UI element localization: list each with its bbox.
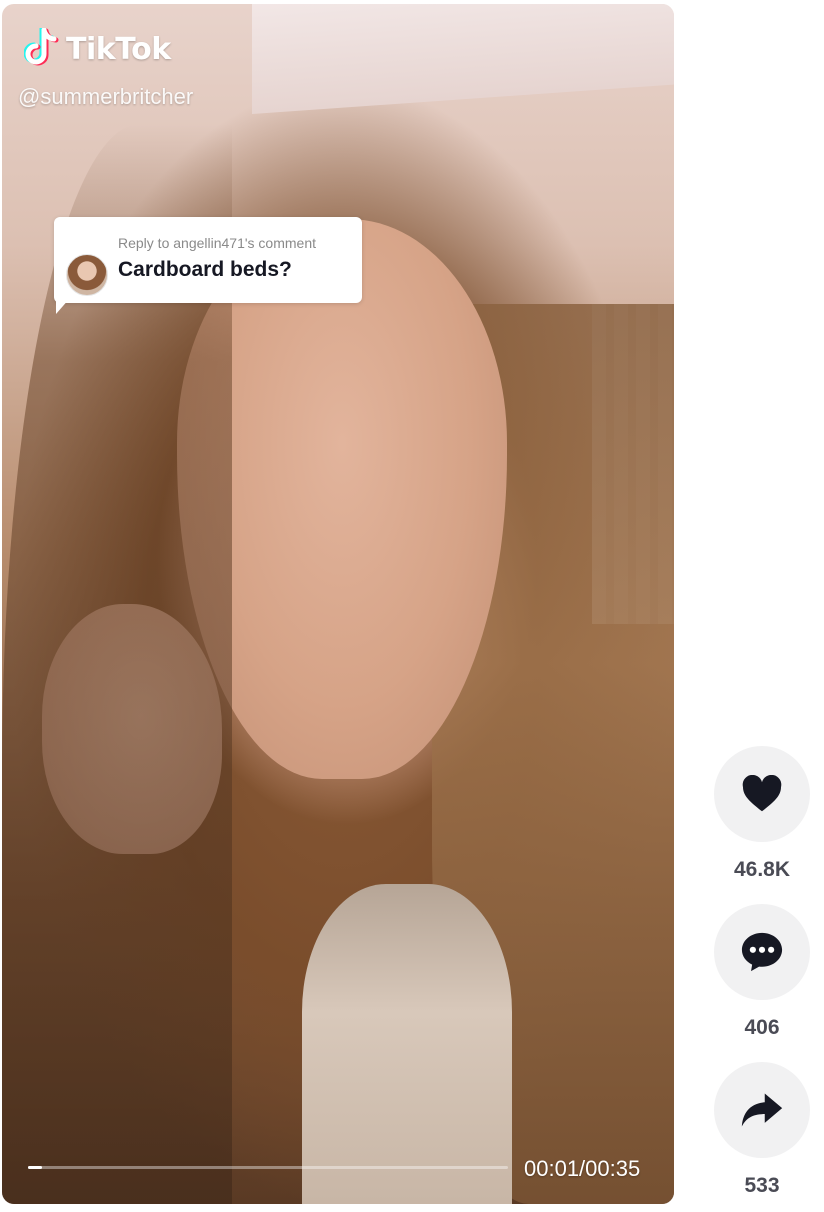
video-username[interactable]: @summerbritcher <box>18 84 193 110</box>
video-player[interactable]: TikTok @summerbritcher 00:01/00:35 <box>2 4 674 1204</box>
like-action: 46.8K <box>714 746 810 882</box>
tiktok-logo-icon <box>24 28 59 66</box>
video-timecode: 00:01/00:35 <box>524 1156 641 1181</box>
video-frame-shirt <box>302 884 512 1204</box>
share-icon <box>741 1093 783 1127</box>
like-button[interactable] <box>714 746 810 842</box>
like-count: 46.8K <box>733 858 791 881</box>
comment-count: 406 <box>744 1016 780 1039</box>
reply-to-label: Reply to angellin471's comment <box>118 235 317 251</box>
reply-comment-text: Cardboard beds? <box>118 258 292 281</box>
brand-name: TikTok <box>66 31 171 67</box>
comment-icon <box>741 932 783 972</box>
share-button[interactable] <box>714 1062 810 1158</box>
progress-bar-fill <box>28 1166 43 1169</box>
share-count: 533 <box>744 1174 780 1197</box>
comment-action: 406 <box>714 904 810 1040</box>
video-frame-ceiling <box>252 4 674 114</box>
tiktok-watermark: TikTok <box>24 28 171 70</box>
reply-bubble-tail <box>56 298 70 314</box>
commenter-avatar <box>66 254 108 296</box>
progress-bar[interactable] <box>28 1166 508 1169</box>
reply-comment-sticker: Reply to angellin471's comment Cardboard… <box>54 217 362 303</box>
comment-button[interactable] <box>714 904 810 1000</box>
share-action: 533 <box>714 1062 810 1198</box>
heart-icon <box>742 775 782 812</box>
